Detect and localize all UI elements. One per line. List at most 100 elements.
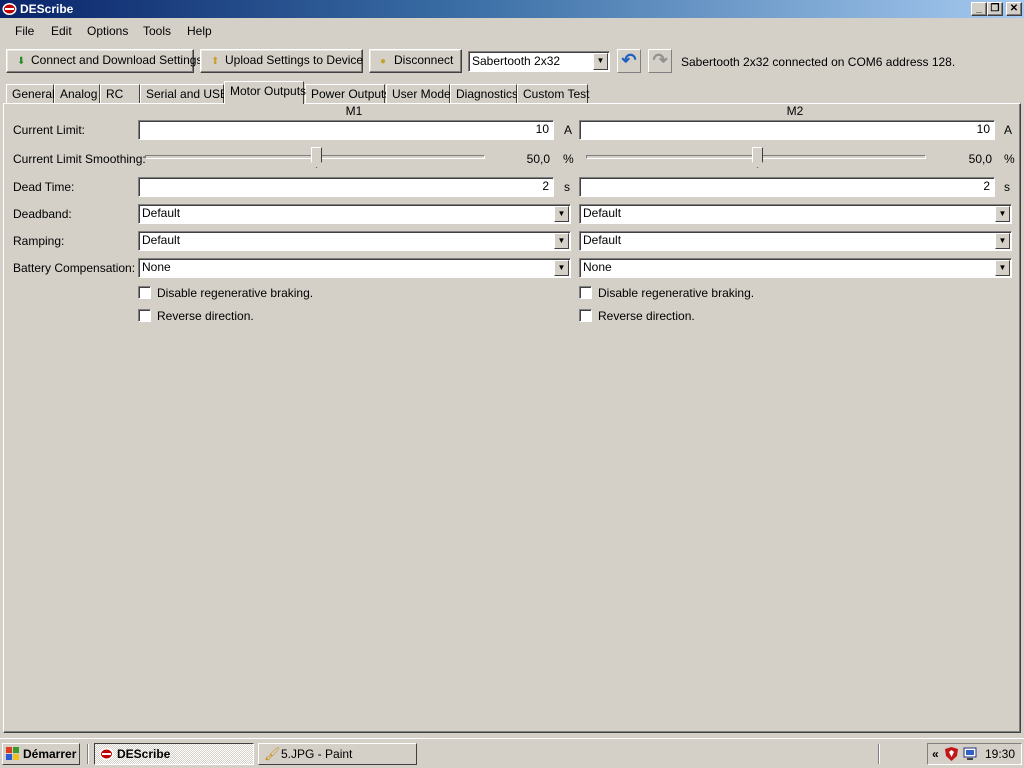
m1-deadband-value: Default (142, 206, 181, 220)
disconnect-label: Disconnect (394, 53, 454, 67)
m2-reverse-direction-checkbox[interactable] (579, 309, 592, 322)
shield-icon[interactable] (945, 747, 958, 761)
m1-battery-compensation-value: None (142, 260, 171, 274)
taskbar-item-paint[interactable]: 🖌 5.JPG - Paint (258, 743, 417, 765)
connect-download-label: Connect and Download Settings (31, 53, 203, 67)
chevron-down-icon[interactable]: ▼ (995, 206, 1010, 222)
upload-icon: ⬆ (211, 56, 220, 67)
menu-bar: File Edit Options Tools Help (0, 18, 1024, 44)
taskbar-item-paint-label: 5.JPG - Paint (281, 747, 353, 761)
m2-dead-time-unit: s (1004, 180, 1010, 194)
m2-disable-regen-label[interactable]: Disable regenerative braking. (598, 286, 754, 300)
maximize-button[interactable]: ❐ (987, 2, 1003, 16)
tab-general[interactable]: General (6, 84, 55, 103)
disconnect-button[interactable]: ● Disconnect (369, 49, 462, 73)
column-header-m1: M1 (345, 104, 363, 118)
windows-logo-icon (6, 747, 19, 760)
tab-power-outputs[interactable]: Power Outputs (305, 84, 390, 103)
m1-dead-time-unit: s (564, 180, 570, 194)
m2-battery-compensation-select[interactable]: None ▼ (579, 258, 1012, 278)
tab-analog[interactable]: Analog (54, 84, 100, 103)
chevron-down-icon[interactable]: ▼ (554, 206, 569, 222)
undo-icon: ↶ (621, 50, 637, 70)
m1-disable-regen-label[interactable]: Disable regenerative braking. (157, 286, 313, 300)
m1-current-limit-unit: A (564, 123, 573, 137)
deadband-label: Deadband: (13, 207, 72, 221)
tab-diagnostics[interactable]: Diagnostics (450, 84, 518, 103)
dead-time-label: Dead Time: (13, 180, 75, 194)
chevron-down-icon[interactable]: ▼ (554, 233, 569, 249)
connection-status: Sabertooth 2x32 connected on COM6 addres… (681, 55, 956, 69)
menu-tools[interactable]: Tools (143, 24, 171, 38)
m1-ramping-value: Default (142, 233, 181, 247)
start-button[interactable]: Démarrer (2, 743, 80, 765)
tab-user-mode[interactable]: User Mode (386, 84, 451, 103)
app-logo-icon (2, 3, 17, 15)
chevron-down-icon[interactable]: ▼ (995, 260, 1010, 276)
current-limit-smoothing-label: Current Limit Smoothing: (13, 152, 146, 166)
taskbar-item-describe-label: DEScribe (117, 747, 171, 761)
redo-icon: ↷ (652, 50, 668, 70)
tab-serial-usb[interactable]: Serial and USB (140, 84, 228, 103)
m1-current-limit-input[interactable]: 10 (138, 120, 554, 140)
tab-panel (3, 103, 1021, 733)
system-tray: « 19:30 (927, 743, 1022, 765)
network-icon[interactable] (962, 747, 978, 761)
menu-edit[interactable]: Edit (51, 24, 72, 38)
tray-expand-icon[interactable]: « (932, 744, 939, 764)
undo-button[interactable]: ↶ (617, 49, 641, 73)
m2-smoothing-value: 50,0 (968, 152, 992, 166)
taskbar-separator (878, 744, 880, 764)
taskbar-item-describe[interactable]: DEScribe (94, 743, 254, 765)
minimize-button[interactable]: _ (971, 2, 987, 16)
m1-smoothing-unit: % (563, 152, 574, 166)
chevron-down-icon[interactable]: ▼ (593, 53, 608, 70)
m1-ramping-select[interactable]: Default ▼ (138, 231, 571, 251)
m2-ramping-select[interactable]: Default ▼ (579, 231, 1012, 251)
clock[interactable]: 19:30 (985, 744, 1015, 764)
m2-deadband-select[interactable]: Default ▼ (579, 204, 1012, 224)
m2-current-limit-input[interactable]: 10 (579, 120, 995, 140)
tab-custom-test[interactable]: Custom Test (517, 84, 589, 103)
m2-current-limit-unit: A (1004, 123, 1013, 137)
device-select-value: Sabertooth 2x32 (472, 54, 561, 68)
m2-smoothing-unit: % (1004, 152, 1015, 166)
tab-motor-outputs[interactable]: Motor Outputs (224, 81, 306, 104)
m1-reverse-direction-checkbox[interactable] (138, 309, 151, 322)
chevron-down-icon[interactable]: ▼ (554, 260, 569, 276)
paint-icon: 🖌 (264, 746, 281, 761)
upload-settings-button[interactable]: ⬆ Upload Settings to Device (200, 49, 363, 73)
connect-download-button[interactable]: ⬇ Connect and Download Settings (6, 49, 202, 73)
taskbar: Démarrer DEScribe 🖌 5.JPG - Paint « 19:3… (0, 738, 1024, 768)
menu-help[interactable]: Help (187, 24, 212, 38)
m1-battery-compensation-select[interactable]: None ▼ (138, 258, 571, 278)
menu-file[interactable]: File (15, 24, 34, 38)
m2-battery-compensation-value: None (583, 260, 612, 274)
m2-reverse-direction-label[interactable]: Reverse direction. (598, 309, 695, 323)
menu-options[interactable]: Options (87, 24, 128, 38)
redo-button[interactable]: ↷ (648, 49, 672, 73)
m1-deadband-select[interactable]: Default ▼ (138, 204, 571, 224)
title-bar[interactable]: DEScribe _ ❐ ✕ (0, 0, 1024, 18)
current-limit-label: Current Limit: (13, 123, 86, 137)
device-select[interactable]: Sabertooth 2x32 ▼ (468, 51, 610, 72)
window-title: DEScribe (20, 2, 74, 16)
ramping-label: Ramping: (13, 234, 65, 248)
download-icon: ⬇ (17, 56, 26, 67)
m2-deadband-value: Default (583, 206, 622, 220)
m1-dead-time-input[interactable]: 2 (138, 177, 554, 197)
tab-rc[interactable]: RC (100, 84, 140, 103)
close-button[interactable]: ✕ (1006, 2, 1022, 16)
battery-compensation-label: Battery Compensation: (13, 261, 136, 275)
chevron-down-icon[interactable]: ▼ (995, 233, 1010, 249)
disconnect-icon: ● (380, 56, 387, 67)
m2-disable-regen-checkbox[interactable] (579, 286, 592, 299)
m1-reverse-direction-label[interactable]: Reverse direction. (157, 309, 254, 323)
column-header-m2: M2 (786, 104, 804, 118)
taskbar-separator (87, 744, 89, 764)
m1-disable-regen-checkbox[interactable] (138, 286, 151, 299)
m2-ramping-value: Default (583, 233, 622, 247)
m1-smoothing-value: 50,0 (526, 152, 550, 166)
start-label: Démarrer (23, 747, 77, 761)
m2-dead-time-input[interactable]: 2 (579, 177, 995, 197)
